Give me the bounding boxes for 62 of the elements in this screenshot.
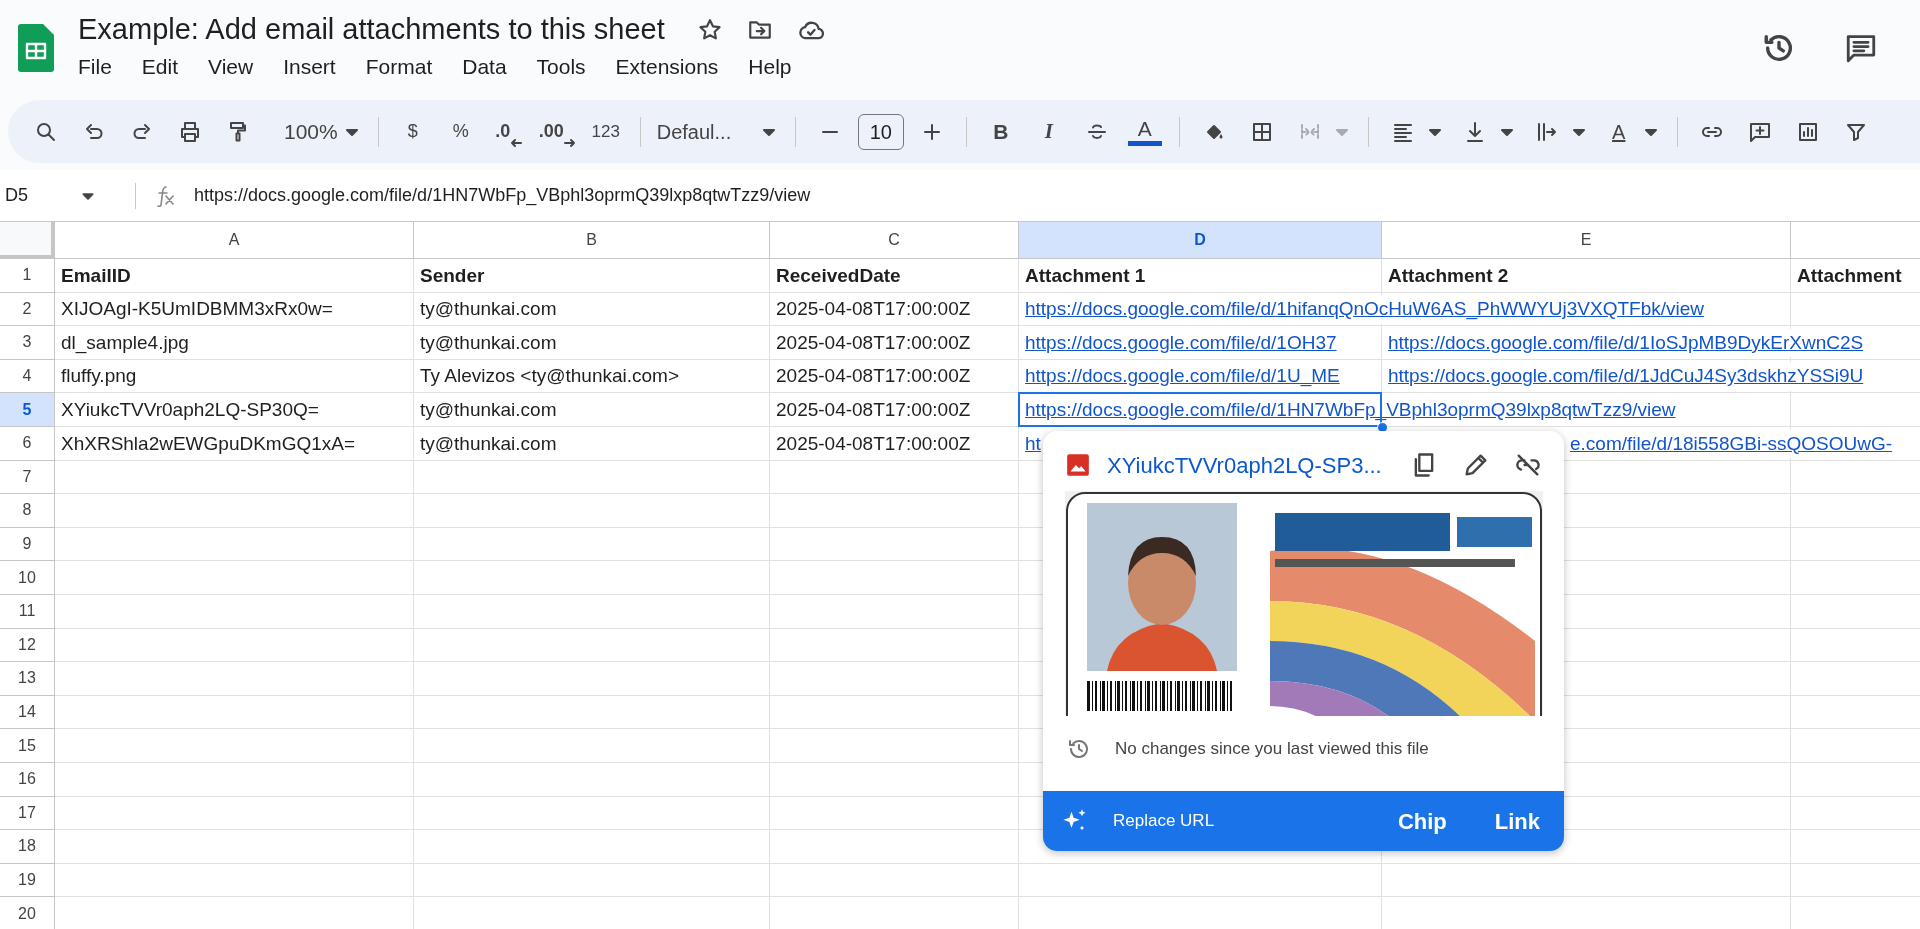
- history-icon: [1067, 737, 1091, 761]
- color-bar-icon: [1127, 140, 1162, 146]
- image-icon: [1065, 452, 1091, 478]
- row-header[interactable]: 12: [0, 628, 55, 663]
- sheets-logo-icon[interactable]: [18, 23, 54, 72]
- increase-decimal-button[interactable]: .00: [532, 111, 582, 152]
- menu-item[interactable]: Extensions: [615, 51, 719, 83]
- menu-item[interactable]: File: [78, 51, 112, 83]
- row-header[interactable]: 17: [0, 796, 55, 831]
- italic-button[interactable]: I: [1024, 111, 1073, 152]
- row-header[interactable]: 6: [0, 426, 55, 461]
- row-header[interactable]: 4: [0, 359, 55, 394]
- menu-item[interactable]: Edit: [141, 51, 179, 83]
- replace-url-button[interactable]: Replace URL: [1061, 807, 1215, 835]
- formula-field[interactable]: https://docs.google.com/file/d/1HN7WbFp_VBphl3oprmQ39lxp8qtwTzz9/view: [194, 182, 811, 209]
- menu-item[interactable]: Tools: [536, 51, 586, 83]
- font-size-field[interactable]: 10: [857, 113, 904, 150]
- print-icon: [178, 119, 202, 144]
- row-header[interactable]: 11: [0, 594, 55, 629]
- row-header[interactable]: 10: [0, 561, 55, 595]
- row-header[interactable]: 7: [0, 460, 55, 495]
- row-header[interactable]: 16: [0, 762, 55, 797]
- menu-item[interactable]: Data: [462, 51, 507, 83]
- link[interactable]: https://docs.google.com/file/d/1JdCuJ4Sy3dskhzYSSi9U: [1388, 362, 1866, 391]
- percent-button[interactable]: %: [436, 111, 485, 152]
- row-header[interactable]: 15: [0, 729, 55, 763]
- font-dropdown[interactable]: Defaul...: [650, 111, 761, 152]
- bold-button[interactable]: B: [976, 111, 1025, 152]
- link[interactable]: https://docs.google.com/file/d/1hifanqQnOcHuW6AS_PhWWYUj3VXQTFbk/view: [1025, 295, 1706, 324]
- option-button[interactable]: Link: [1494, 804, 1540, 838]
- arrow-left-icon: [510, 137, 523, 148]
- row-header[interactable]: 8: [0, 494, 55, 528]
- row-header[interactable]: 19: [0, 863, 55, 898]
- link[interactable]: https://docs.google.com/file/d/1IoSJpMB9DykErXwnC2S: [1388, 328, 1866, 358]
- row-header[interactable]: 9: [0, 527, 55, 562]
- row-header[interactable]: 5: [0, 393, 55, 427]
- row-header[interactable]: 18: [0, 830, 55, 864]
- row-header[interactable]: 13: [0, 662, 55, 696]
- name-box[interactable]: D5: [5, 182, 28, 209]
- menu-item[interactable]: View: [208, 51, 254, 83]
- menu-item[interactable]: Insert: [283, 51, 336, 83]
- link[interactable]: e.com/file/d/18i558GBi-ssQOSOUwG-: [1570, 429, 1895, 458]
- currency-button[interactable]: $: [388, 111, 437, 152]
- status-text: No changes since you last viewed this file: [1115, 738, 1429, 761]
- unlink-icon[interactable]: [1514, 451, 1542, 479]
- row-header[interactable]: 3: [0, 326, 55, 360]
- text-color-button[interactable]: A: [1120, 111, 1169, 152]
- zoom-dropdown[interactable]: 100%: [278, 111, 344, 152]
- document-title[interactable]: Example: Add email attachments to this sheet: [78, 12, 665, 48]
- text-rotation-button[interactable]: A: [1594, 111, 1643, 152]
- decrease-font-size-icon: [820, 129, 839, 134]
- arrow-right-icon: [563, 137, 576, 148]
- column-header[interactable]: D: [1019, 222, 1382, 259]
- option-button[interactable]: Chip: [1397, 804, 1447, 838]
- row-header[interactable]: 2: [0, 292, 55, 327]
- menu-item[interactable]: Help: [748, 51, 792, 83]
- row-header[interactable]: 14: [0, 695, 55, 730]
- menu-item[interactable]: Format: [365, 51, 433, 83]
- file-title-link[interactable]: XYiukcTVVr0aph2LQ-SP3...: [1107, 448, 1382, 482]
- decrease-decimal-button[interactable]: .0: [484, 111, 533, 152]
- row-header[interactable]: 1: [0, 259, 55, 293]
- number-format-button[interactable]: 123: [581, 111, 630, 152]
